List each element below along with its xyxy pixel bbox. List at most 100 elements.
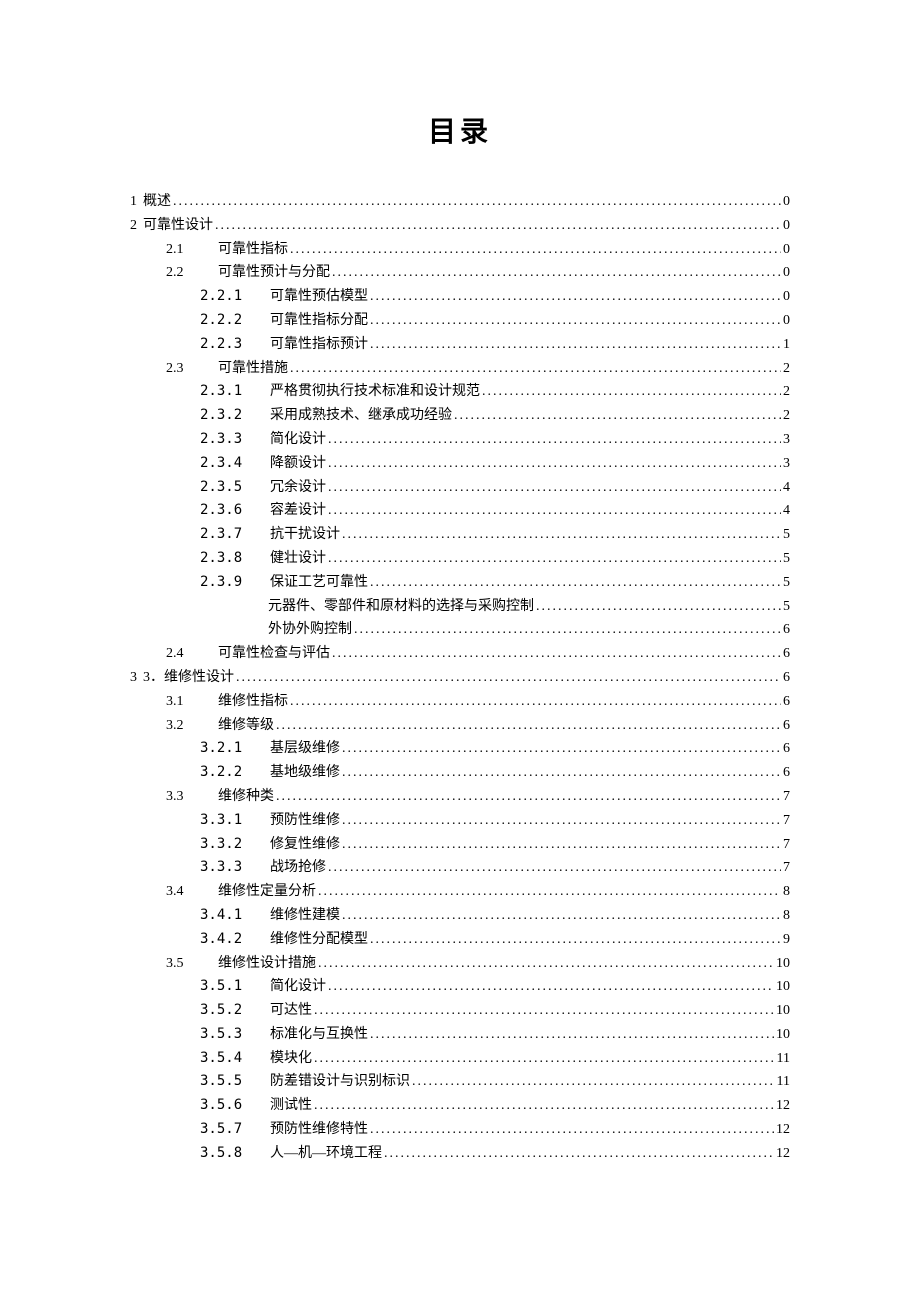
toc-entry-label: 人—机—环境工程 xyxy=(270,1142,382,1166)
toc-entry[interactable]: 3.5.6测试性12 xyxy=(130,1094,790,1118)
toc-entry-page: 6 xyxy=(783,642,790,666)
toc-entry-number: 3.5.5 xyxy=(200,1070,270,1094)
toc-entry[interactable]: 2.3.8健壮设计5 xyxy=(130,547,790,571)
toc-entry[interactable]: 元器件、零部件和原材料的选择与采购控制5 xyxy=(130,595,790,619)
toc-list: 1概述02可靠性设计02.1可靠性指标02.2可靠性预计与分配02.2.1可靠性… xyxy=(130,190,790,1166)
toc-entry-label: 战场抢修 xyxy=(270,856,326,880)
toc-entry-number: 3.5.7 xyxy=(200,1118,270,1142)
toc-entry-number: 3.4.2 xyxy=(200,928,270,952)
toc-entry[interactable]: 外协外购控制6 xyxy=(130,618,790,642)
toc-entry-number: 3.5.3 xyxy=(200,1023,270,1047)
toc-entry[interactable]: 2.4可靠性检查与评估6 xyxy=(130,642,790,666)
toc-entry-label: 冗余设计 xyxy=(270,476,326,500)
toc-title: 目录 xyxy=(130,110,790,150)
toc-entry-page: 0 xyxy=(783,238,790,262)
toc-entry[interactable]: 2.2可靠性预计与分配0 xyxy=(130,261,790,285)
toc-leader xyxy=(342,833,781,857)
toc-entry[interactable]: 3.5.4模块化11 xyxy=(130,1047,790,1071)
toc-entry-label: 维修等级 xyxy=(218,714,274,738)
toc-entry-page: 11 xyxy=(777,1047,790,1071)
toc-entry-page: 5 xyxy=(783,571,790,595)
toc-leader xyxy=(314,1047,775,1071)
toc-entry-page: 7 xyxy=(783,785,790,809)
toc-entry[interactable]: 2.3.9保证工艺可靠性5 xyxy=(130,571,790,595)
toc-leader xyxy=(328,499,781,523)
toc-entry[interactable]: 3.3维修种类7 xyxy=(130,785,790,809)
toc-entry[interactable]: 2.3.3简化设计3 xyxy=(130,428,790,452)
toc-entry-label: 修复性维修 xyxy=(270,833,340,857)
toc-entry-page: 9 xyxy=(783,928,790,952)
toc-entry-label: 防差错设计与识别标识 xyxy=(270,1070,410,1094)
toc-leader xyxy=(318,880,781,904)
toc-entry[interactable]: 2.3.6容差设计4 xyxy=(130,499,790,523)
toc-entry[interactable]: 3.3.3战场抢修7 xyxy=(130,856,790,880)
toc-entry[interactable]: 33．维修性设计 6 xyxy=(130,666,790,690)
toc-entry[interactable]: 2.3.4降额设计3 xyxy=(130,452,790,476)
toc-entry[interactable]: 2可靠性设计0 xyxy=(130,214,790,238)
toc-entry-label: 基地级维修 xyxy=(270,761,340,785)
toc-entry-page: 5 xyxy=(783,523,790,547)
toc-entry[interactable]: 2.3.5冗余设计4 xyxy=(130,476,790,500)
toc-entry[interactable]: 1概述0 xyxy=(130,190,790,214)
toc-entry[interactable]: 3.4维修性定量分析8 xyxy=(130,880,790,904)
toc-entry[interactable]: 2.2.1可靠性预估模型0 xyxy=(130,285,790,309)
page: 目录 1概述02可靠性设计02.1可靠性指标02.2可靠性预计与分配02.2.1… xyxy=(0,0,920,1302)
toc-entry[interactable]: 3.5.5防差错设计与识别标识11 xyxy=(130,1070,790,1094)
toc-entry[interactable]: 3.5.1简化设计10 xyxy=(130,975,790,999)
toc-leader xyxy=(412,1070,775,1094)
toc-entry-label: 元器件、零部件和原材料的选择与采购控制 xyxy=(268,595,534,619)
toc-entry-page: 2 xyxy=(783,404,790,428)
toc-entry[interactable]: 3.2.2基地级维修6 xyxy=(130,761,790,785)
toc-leader xyxy=(276,714,781,738)
toc-entry[interactable]: 2.3.1严格贯彻执行技术标准和设计规范2 xyxy=(130,380,790,404)
toc-entry[interactable]: 3.4.1维修性建模8 xyxy=(130,904,790,928)
toc-entry-label: 可达性 xyxy=(270,999,312,1023)
toc-entry-label: 维修性分配模型 xyxy=(270,928,368,952)
toc-entry-label: 简化设计 xyxy=(270,975,326,999)
toc-entry[interactable]: 3.3.1预防性维修7 xyxy=(130,809,790,833)
toc-entry[interactable]: 2.3.2采用成熟技术、继承成功经验2 xyxy=(130,404,790,428)
toc-entry[interactable]: 3.4.2维修性分配模型 9 xyxy=(130,928,790,952)
toc-entry-page: 0 xyxy=(783,285,790,309)
toc-entry[interactable]: 3.5.8人—机—环境工程12 xyxy=(130,1142,790,1166)
toc-entry[interactable]: 3.5维修性设计措施10 xyxy=(130,952,790,976)
toc-entry[interactable]: 3.1维修性指标6 xyxy=(130,690,790,714)
toc-leader xyxy=(328,856,781,880)
toc-entry[interactable]: 3.3.2修复性维修7 xyxy=(130,833,790,857)
toc-entry-page: 10 xyxy=(776,999,790,1023)
toc-entry-number: 2.3.4 xyxy=(200,452,270,476)
toc-entry[interactable]: 2.3.7抗干扰设计5 xyxy=(130,523,790,547)
toc-entry-label: 标准化与互换性 xyxy=(270,1023,368,1047)
toc-entry-page: 4 xyxy=(783,476,790,500)
toc-leader xyxy=(328,547,781,571)
toc-entry[interactable]: 3.5.3标准化与互换性10 xyxy=(130,1023,790,1047)
toc-entry[interactable]: 2.2.3可靠性指标预计1 xyxy=(130,333,790,357)
toc-entry-number: 3 xyxy=(130,666,143,690)
toc-entry-page: 6 xyxy=(783,666,790,690)
toc-entry-page: 1 xyxy=(783,333,790,357)
toc-entry-label: 维修性建模 xyxy=(270,904,340,928)
toc-entry[interactable]: 2.2.2可靠性指标分配0 xyxy=(130,309,790,333)
toc-entry-label: 保证工艺可靠性 xyxy=(270,571,368,595)
toc-entry[interactable]: 2.3可靠性措施2 xyxy=(130,357,790,381)
toc-entry-label: 采用成熟技术、继承成功经验 xyxy=(270,404,452,428)
toc-entry-label: 可靠性检查与评估 xyxy=(218,642,330,666)
toc-entry[interactable]: 3.2.1基层级维修6 xyxy=(130,737,790,761)
toc-entry-number: 2.3.8 xyxy=(200,547,270,571)
toc-entry-page: 8 xyxy=(783,880,790,904)
toc-entry-label: 降额设计 xyxy=(270,452,326,476)
toc-entry[interactable]: 3.5.7预防性维修特性12 xyxy=(130,1118,790,1142)
toc-entry[interactable]: 3.5.2可达性10 xyxy=(130,999,790,1023)
toc-entry[interactable]: 3.2维修等级6 xyxy=(130,714,790,738)
toc-entry-number: 3.2.1 xyxy=(200,737,270,761)
toc-leader xyxy=(454,404,781,428)
toc-entry-number: 3.5.8 xyxy=(200,1142,270,1166)
toc-leader xyxy=(342,761,781,785)
toc-entry[interactable]: 2.1可靠性指标0 xyxy=(130,238,790,262)
toc-entry-label: 3．维修性设计 xyxy=(143,666,234,690)
toc-entry-page: 12 xyxy=(776,1118,790,1142)
toc-entry-page: 7 xyxy=(783,833,790,857)
toc-leader xyxy=(354,618,781,642)
toc-leader xyxy=(290,357,781,381)
toc-entry-number: 3.3 xyxy=(166,785,218,809)
